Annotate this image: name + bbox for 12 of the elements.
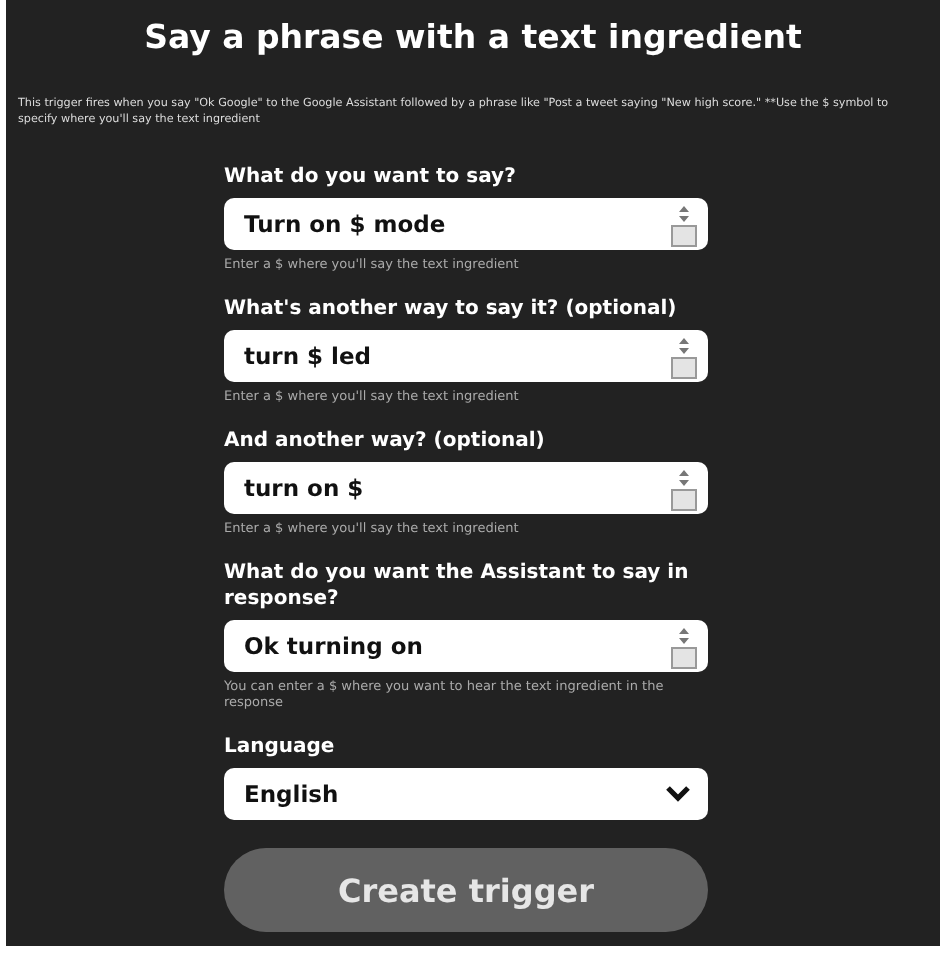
field-label: What do you want the Assistant to say in response?: [224, 560, 691, 612]
chevron-down-icon: [664, 784, 692, 804]
field-label: What's another way to say it? (optional): [224, 296, 679, 322]
text-input-field[interactable]: Turn on $ mode: [224, 198, 708, 250]
page-title: Say a phrase with a text ingredient: [142, 16, 804, 60]
field-label: Language: [224, 734, 337, 760]
language-dropdown[interactable]: English: [224, 768, 708, 820]
text-input-field[interactable]: turn on $: [224, 462, 708, 514]
text-input-field[interactable]: turn $ led: [224, 330, 708, 382]
text-input-field[interactable]: Ok turning on: [224, 620, 708, 672]
field-label: And another way? (optional): [224, 428, 547, 454]
field-label: What do you want to say?: [224, 164, 518, 190]
